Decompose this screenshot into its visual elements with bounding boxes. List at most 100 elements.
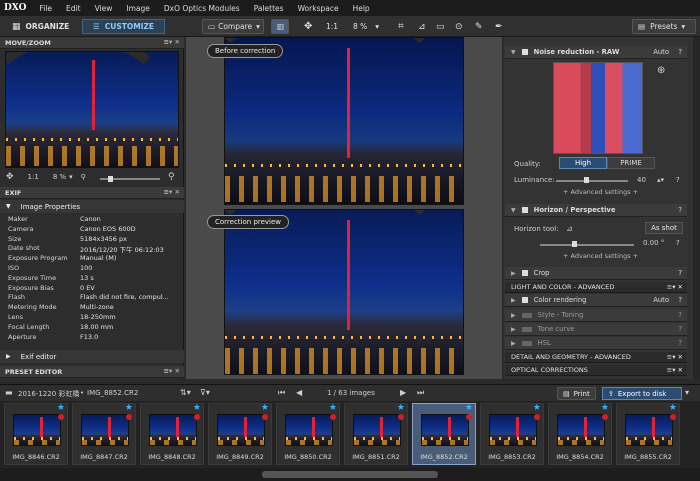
horizon-enable-checkbox[interactable] <box>521 207 528 213</box>
filmstrip-thumbnail[interactable]: ★ IMG_8851.CR2 <box>344 403 408 465</box>
color-rendering-auto[interactable]: Auto <box>653 296 669 304</box>
exif-editor-header[interactable]: ▶ Exif editor <box>0 350 184 363</box>
zoom-select[interactable]: 8 % ▾ <box>353 19 379 34</box>
filmstrip-scrollbar[interactable] <box>0 468 700 481</box>
navigator-thumbnail[interactable] <box>5 51 179 168</box>
movezoom-ratio[interactable]: 1:1 <box>28 173 39 181</box>
horizon-angle-knob[interactable] <box>572 241 577 247</box>
crop-icon[interactable]: ⌗ <box>398 19 404 34</box>
repair-icon[interactable]: ▭ <box>436 19 445 34</box>
noise-enable-checkbox[interactable] <box>521 49 528 55</box>
panel-close-icon[interactable]: ≡▾ ✕ <box>667 283 683 291</box>
filmstrip-thumbnail[interactable]: ★ IMG_8849.CR2 <box>208 403 272 465</box>
zoom-out-icon[interactable]: ⚲ <box>81 173 86 181</box>
white-balance-icon[interactable]: ✎ <box>475 19 483 34</box>
chevron-down-icon[interactable]: ▾ <box>685 388 689 397</box>
style-toning-header[interactable]: ▶ Style - Toning ? <box>505 309 687 322</box>
panel-close-icon[interactable]: ≡▾ ✕ <box>164 367 180 375</box>
filter-icon[interactable]: ⊽▾ <box>200 388 210 397</box>
compare-button[interactable]: ▭ Compare ▾ <box>202 19 264 34</box>
tab-customize[interactable]: ☰ CUSTOMIZE <box>82 19 166 34</box>
horizon-tool-icon[interactable]: ⊿ <box>566 224 573 233</box>
filmstrip-scroll-thumb[interactable] <box>262 471 438 478</box>
zoom-in-icon[interactable]: ⚲ <box>168 172 175 182</box>
horizon-advanced-link[interactable]: + Advanced settings + <box>563 252 638 260</box>
zoom-ratio-button[interactable]: 1:1 <box>326 19 338 34</box>
print-button[interactable]: ▤ Print <box>557 387 596 400</box>
toggle-icon[interactable] <box>521 340 532 346</box>
filmstrip-thumbnail[interactable]: ★ IMG_8852.CR2 <box>412 403 476 465</box>
folder-name[interactable]: 2016-1220 彩虹橋 <box>18 389 79 399</box>
split-view-button[interactable]: ▥ <box>271 19 289 34</box>
menu-view[interactable]: View <box>88 4 120 13</box>
help-icon[interactable]: ? <box>676 176 680 184</box>
right-panel-scrollbar[interactable] <box>693 37 700 379</box>
help-icon[interactable]: ? <box>678 339 682 347</box>
next-image-icon[interactable]: ▶ <box>400 388 406 397</box>
crop-header[interactable]: ▶ Crop ? <box>505 267 687 280</box>
help-icon[interactable]: ? <box>678 206 682 214</box>
luminance-value[interactable]: 40 <box>637 176 646 184</box>
image-properties-header[interactable]: ▼ Image Properties <box>0 200 184 213</box>
menu-workspace[interactable]: Workspace <box>291 4 346 13</box>
menu-optics-modules[interactable]: DxO Optics Modules <box>157 4 247 13</box>
menu-file[interactable]: File <box>32 4 59 13</box>
hsl-header[interactable]: ▶ HSL ? <box>505 337 687 350</box>
after-image[interactable] <box>224 209 464 375</box>
detail-geometry-header[interactable]: DETAIL AND GEOMETRY - ADVANCED ≡▾ ✕ <box>505 352 687 363</box>
quality-high-button[interactable]: High <box>559 157 607 169</box>
panel-close-icon[interactable]: ≡▾ ✕ <box>667 353 683 361</box>
color-rendering-checkbox[interactable] <box>521 297 528 303</box>
menu-help[interactable]: Help <box>346 4 377 13</box>
prev-image-icon[interactable]: ◀ <box>296 388 302 397</box>
zoom-slider-knob[interactable] <box>108 176 113 182</box>
color-rendering-header[interactable]: ▶ Color rendering Auto ? <box>505 294 687 307</box>
panel-close-icon[interactable]: ≡▾ ✕ <box>164 188 180 196</box>
red-eye-icon[interactable]: ⊙ <box>455 19 463 34</box>
help-icon[interactable]: ? <box>678 311 682 319</box>
luminance-slider-knob[interactable] <box>584 177 589 183</box>
filmstrip-thumbnail[interactable]: ★ IMG_8847.CR2 <box>72 403 136 465</box>
noise-auto[interactable]: Auto <box>653 48 669 56</box>
before-image[interactable] <box>224 37 464 205</box>
light-color-header[interactable]: LIGHT AND COLOR - ADVANCED ≡▾ ✕ <box>505 282 687 293</box>
noise-reduction-header[interactable]: ▼ Noise reduction - RAW Auto ? <box>505 46 687 59</box>
move-icon[interactable]: ✥ <box>304 19 312 34</box>
sort-icon[interactable]: ⇅▾ <box>180 388 191 397</box>
filmstrip-thumbnail[interactable]: ★ IMG_8853.CR2 <box>480 403 544 465</box>
filmstrip-thumbnail[interactable]: ★ IMG_8846.CR2 <box>4 403 68 465</box>
help-icon[interactable]: ? <box>678 325 682 333</box>
help-icon[interactable]: ? <box>678 269 682 277</box>
tone-curve-header[interactable]: ▶ Tone curve ? <box>505 323 687 336</box>
last-image-icon[interactable]: ⏭ <box>417 388 424 398</box>
target-icon[interactable]: ⊕ <box>657 65 665 76</box>
chevron-down-icon[interactable]: ▾ <box>69 173 73 181</box>
as-shot-button[interactable]: As shot <box>645 222 683 234</box>
crop-enable-checkbox[interactable] <box>521 270 528 276</box>
help-icon[interactable]: ? <box>678 48 682 56</box>
noise-advanced-link[interactable]: + Advanced settings + <box>563 188 638 196</box>
panel-close-icon[interactable]: ≡▾ ✕ <box>164 38 180 46</box>
movezoom-zoom[interactable]: 8 % <box>53 173 66 181</box>
luminance-slider[interactable] <box>556 180 628 182</box>
horizon-angle-value[interactable]: 0.00 ° <box>643 239 664 247</box>
horizon-angle-slider[interactable] <box>540 244 634 246</box>
toggle-icon[interactable] <box>521 326 532 332</box>
help-icon[interactable]: ? <box>678 296 682 304</box>
quality-prime-button[interactable]: PRIME <box>607 157 655 169</box>
menu-palettes[interactable]: Palettes <box>247 4 291 13</box>
presets-button[interactable]: ▤ Presets ▾ <box>632 19 696 34</box>
eyedropper-icon[interactable]: ✒ <box>495 19 503 34</box>
panel-close-icon[interactable]: ≡▾ ✕ <box>667 366 683 374</box>
tab-organize[interactable]: ▦ ORGANIZE <box>6 19 75 34</box>
filmstrip-thumbnail[interactable]: ★ IMG_8850.CR2 <box>276 403 340 465</box>
horizon-icon[interactable]: ⊿ <box>418 19 426 34</box>
optical-corrections-header[interactable]: OPTICAL CORRECTIONS ≡▾ ✕ <box>505 365 687 376</box>
horizon-header[interactable]: ▼ Horizon / Perspective ? <box>505 204 687 217</box>
help-icon[interactable]: ? <box>676 239 680 247</box>
menu-edit[interactable]: Edit <box>59 4 88 13</box>
toggle-icon[interactable] <box>521 312 532 318</box>
move-icon[interactable]: ✥ <box>6 172 14 182</box>
spinner-icon[interactable]: ▴▾ <box>657 176 664 184</box>
first-image-icon[interactable]: ⏮ <box>278 388 285 398</box>
